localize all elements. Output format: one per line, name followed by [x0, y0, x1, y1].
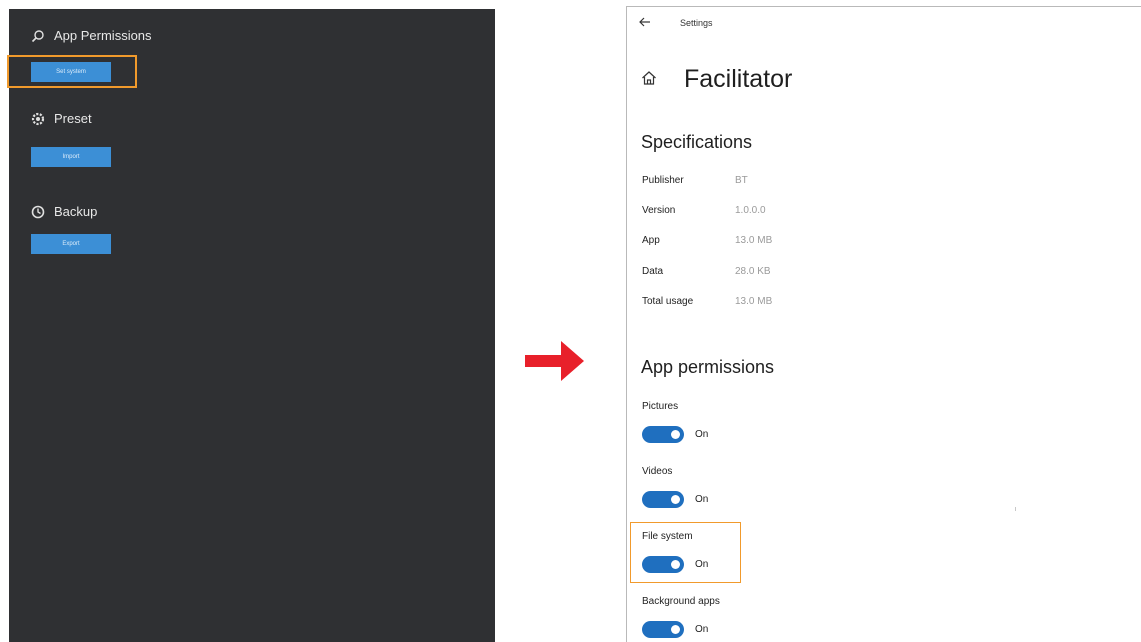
permission-pictures: Pictures On — [642, 401, 842, 461]
permission-label: Videos — [642, 466, 673, 477]
toggle-state: On — [695, 494, 709, 505]
permission-label: Background apps — [642, 596, 720, 607]
permission-videos: Videos On — [642, 466, 842, 526]
toggle-knob — [671, 495, 680, 504]
section-header-app-permissions: App Permissions — [31, 28, 152, 43]
spec-value: 28.0 KB — [735, 266, 771, 277]
permission-label: Pictures — [642, 401, 679, 412]
toggle-state: On — [695, 624, 709, 635]
specifications-heading: Specifications — [641, 132, 753, 152]
permission-label: File system — [642, 531, 693, 542]
spec-label: App — [642, 235, 660, 246]
left-dark-panel: App Permissions Set system Preset Import… — [9, 9, 495, 642]
file-system-toggle[interactable] — [642, 556, 684, 573]
stray-mark — [1015, 507, 1016, 511]
search-icon — [31, 29, 44, 42]
export-button[interactable]: Export — [31, 234, 111, 254]
spec-value: 13.0 MB — [735, 296, 773, 307]
settings-window: Settings Facilitator Specifications Publ… — [626, 6, 1141, 642]
spec-row-version: Version 1.0.0.0 — [642, 205, 842, 221]
toggle-knob — [671, 560, 680, 569]
back-arrow-icon[interactable] — [639, 16, 651, 28]
window-title: Settings — [680, 18, 713, 28]
section-header-backup: Backup — [31, 204, 97, 219]
permission-file-system: File system On — [642, 531, 842, 591]
section-header-preset: Preset — [31, 111, 92, 126]
spec-row-data: Data 28.0 KB — [642, 266, 842, 282]
import-button[interactable]: Import — [31, 147, 111, 167]
set-system-button[interactable]: Set system — [31, 62, 111, 82]
page-title: Facilitator — [684, 65, 793, 93]
section-title-preset: Preset — [54, 111, 92, 126]
app-permissions-heading: App permissions — [641, 357, 775, 377]
gear-icon — [31, 112, 45, 125]
spec-row-total-usage: Total usage 13.0 MB — [642, 296, 842, 312]
spec-label: Publisher — [642, 175, 684, 186]
spec-row-publisher: Publisher BT — [642, 175, 842, 191]
home-icon — [642, 71, 656, 85]
videos-toggle[interactable] — [642, 491, 684, 508]
section-title-backup: Backup — [54, 204, 98, 219]
toggle-knob — [671, 430, 680, 439]
background-apps-toggle[interactable] — [642, 621, 684, 638]
section-title-app-permissions: App Permissions — [54, 28, 152, 43]
spec-value: 1.0.0.0 — [735, 205, 766, 216]
spec-row-app: App 13.0 MB — [642, 235, 842, 251]
spec-value: 13.0 MB — [735, 235, 773, 246]
spec-label: Total usage — [642, 296, 694, 307]
pictures-toggle[interactable] — [642, 426, 684, 443]
spec-label: Data — [642, 266, 664, 277]
toggle-state: On — [695, 429, 709, 440]
spec-value: BT — [735, 175, 748, 186]
toggle-state: On — [695, 559, 709, 570]
permission-background-apps: Background apps On — [642, 596, 842, 642]
toggle-knob — [671, 625, 680, 634]
spec-label: Version — [642, 205, 676, 216]
red-arrow-icon — [525, 341, 584, 381]
clock-icon — [31, 205, 45, 218]
